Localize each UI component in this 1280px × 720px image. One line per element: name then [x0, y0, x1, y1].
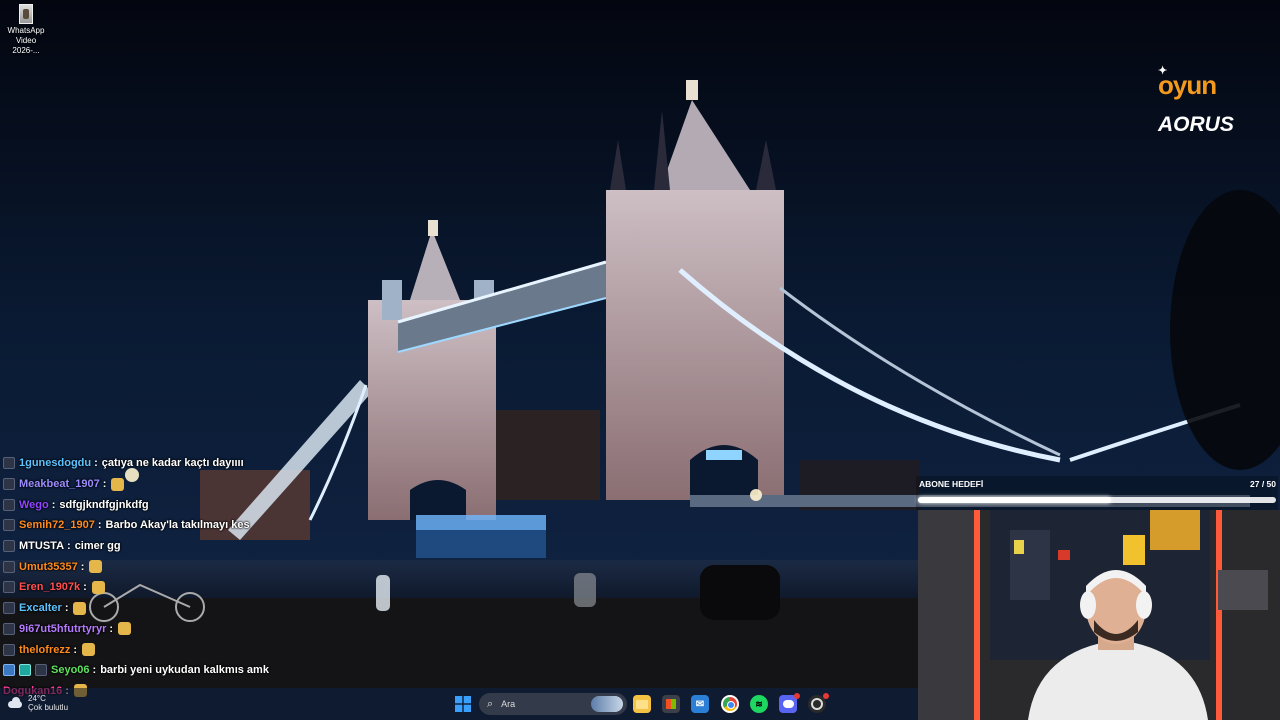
goal-progress-track — [918, 497, 1276, 503]
chat-message: 1gunesdogdu: çatıya ne kadar kaçtı dayııı… — [3, 453, 423, 474]
chat-separator: : — [97, 519, 102, 532]
chat-username[interactable]: MTUSTA — [19, 538, 64, 554]
chat-separator: : — [80, 560, 85, 573]
chat-emote-icon — [118, 622, 132, 636]
search-icon: ⌕ — [487, 697, 494, 710]
weather-widget[interactable]: 24°C Çok bulutlu — [6, 694, 68, 712]
search-input[interactable] — [499, 698, 584, 710]
discord-button[interactable] — [779, 693, 800, 713]
chat-badge-icon — [3, 643, 15, 656]
chat-username[interactable]: Seyo06 — [51, 662, 90, 678]
chat-text: cimer gg — [74, 540, 121, 553]
chat-separator: : — [83, 581, 87, 594]
chat-badge-icon — [3, 478, 15, 491]
folder-icon — [636, 699, 648, 709]
chrome-icon — [723, 697, 737, 711]
chat-badge-icon — [3, 602, 15, 615]
chat-text: Barbo Akay'la takılmayı kes — [105, 519, 250, 532]
chat-message: Wego: sdfgjkndfgjnkdfg — [3, 494, 423, 515]
oyunfor-logo: ✦ oyun — [1158, 65, 1217, 100]
chat-message: Seyo06: barbi yeni uykudan kalkmıs amk — [3, 660, 423, 681]
stream-chat-overlay: 1gunesdogdu: çatıya ne kadar kaçtı dayııı… — [3, 453, 423, 701]
goal-progress-fill — [918, 497, 1112, 503]
goal-count: 27 / 50 — [1250, 479, 1276, 489]
desktop-icon-label: WhatsApp Video 2026-... — [7, 26, 45, 55]
chat-message: MTUSTA: cimer gg — [3, 536, 423, 557]
chat-message: Eren_1907k: — [3, 577, 423, 598]
chat-badge-icon — [3, 581, 15, 594]
streamer-webcam — [918, 510, 1280, 720]
mail-button[interactable]: ✉ — [691, 695, 709, 713]
chat-separator: : — [109, 622, 114, 635]
store-icon — [666, 699, 676, 709]
chat-username[interactable]: Eren_1907k — [19, 579, 80, 595]
chat-message: 9i67ut5hfutrtyryr: — [3, 619, 423, 640]
chat-emote-icon — [91, 580, 105, 594]
chat-separator: : — [51, 498, 56, 511]
chat-message: Umut35357: — [3, 556, 423, 577]
taskbar-search-box[interactable]: ⌕ — [479, 693, 627, 715]
chat-username[interactable]: Meakbeat_1907 — [19, 476, 100, 492]
chat-username[interactable]: Semih72_1907 — [19, 517, 95, 533]
spotify-icon: ≋ — [755, 698, 763, 709]
chat-username[interactable]: 9i67ut5hfutrtyryr — [19, 621, 106, 637]
chat-username[interactable]: Excalter — [19, 600, 62, 616]
weather-temp: 24°C — [28, 694, 46, 703]
chat-emote-icon — [111, 477, 125, 491]
chat-badge-icon — [19, 664, 31, 677]
chat-badge-icon — [3, 622, 15, 635]
desktop-icon-whatsapp-video[interactable]: WhatsApp Video 2026-... — [2, 4, 50, 56]
chat-message: Semih72_1907: Barbo Akay'la takılmayı kes — [3, 515, 423, 536]
recording-dot — [823, 693, 829, 699]
aorus-logo: AORUS — [1158, 113, 1234, 136]
mail-icon: ✉ — [695, 698, 705, 710]
discord-icon — [782, 700, 794, 708]
chat-badge-icon — [35, 664, 47, 677]
chat-separator: : — [73, 643, 78, 656]
weather-desc: Çok bulutlu — [28, 703, 69, 712]
spotify-button[interactable]: ≋ — [750, 695, 768, 713]
obs-icon — [811, 698, 823, 710]
chat-separator: : — [67, 540, 71, 553]
chat-username[interactable]: Wego — [19, 497, 49, 513]
chat-separator: : — [102, 478, 107, 491]
file-explorer-button[interactable] — [633, 695, 651, 713]
chat-text: sdfgjkndfgjnkdfg — [59, 498, 149, 511]
video-file-icon — [19, 4, 33, 24]
chrome-button[interactable] — [721, 695, 739, 713]
sparkle-icon: ✦ — [1158, 65, 1167, 77]
chat-badge-icon — [3, 519, 15, 532]
chat-username[interactable]: 1gunesdogdu — [19, 455, 91, 471]
cloudy-weather-icon — [6, 697, 24, 709]
chat-username[interactable]: Umut35357 — [19, 559, 78, 575]
chat-badge-icon — [3, 498, 15, 511]
chat-emote-icon — [89, 560, 103, 574]
chat-message: thelofrezz: — [3, 639, 423, 660]
start-button[interactable] — [454, 695, 472, 713]
chat-separator: : — [64, 602, 69, 615]
search-highlight-icon — [591, 696, 623, 712]
notification-badge — [794, 693, 800, 699]
chat-badge-icon — [3, 560, 15, 573]
chat-badge-icon — [3, 664, 15, 677]
chat-message: Meakbeat_1907: — [3, 474, 423, 495]
goal-label: ABONE HEDEFİ — [919, 479, 984, 489]
chat-emote-icon — [73, 601, 87, 615]
chat-emote-icon — [82, 643, 96, 657]
subscriber-goal-widget: ABONE HEDEFİ 27 / 50 — [916, 476, 1278, 510]
chat-text: çatıya ne kadar kaçtı dayıııı — [101, 457, 244, 470]
obs-button[interactable] — [808, 693, 829, 713]
windows-taskbar: 24°C Çok bulutlu ⌕ ✉ ≋ — [0, 688, 918, 720]
windows-icon — [455, 696, 471, 712]
chat-separator: : — [94, 457, 98, 470]
store-button[interactable] — [662, 695, 680, 713]
chat-username[interactable]: thelofrezz — [19, 642, 70, 658]
chat-separator: : — [92, 664, 97, 677]
chat-badge-icon — [3, 457, 15, 470]
chat-message: Excalter: — [3, 598, 423, 619]
chat-text: barbi yeni uykudan kalkmıs amk — [100, 664, 269, 677]
chat-badge-icon — [3, 540, 15, 553]
